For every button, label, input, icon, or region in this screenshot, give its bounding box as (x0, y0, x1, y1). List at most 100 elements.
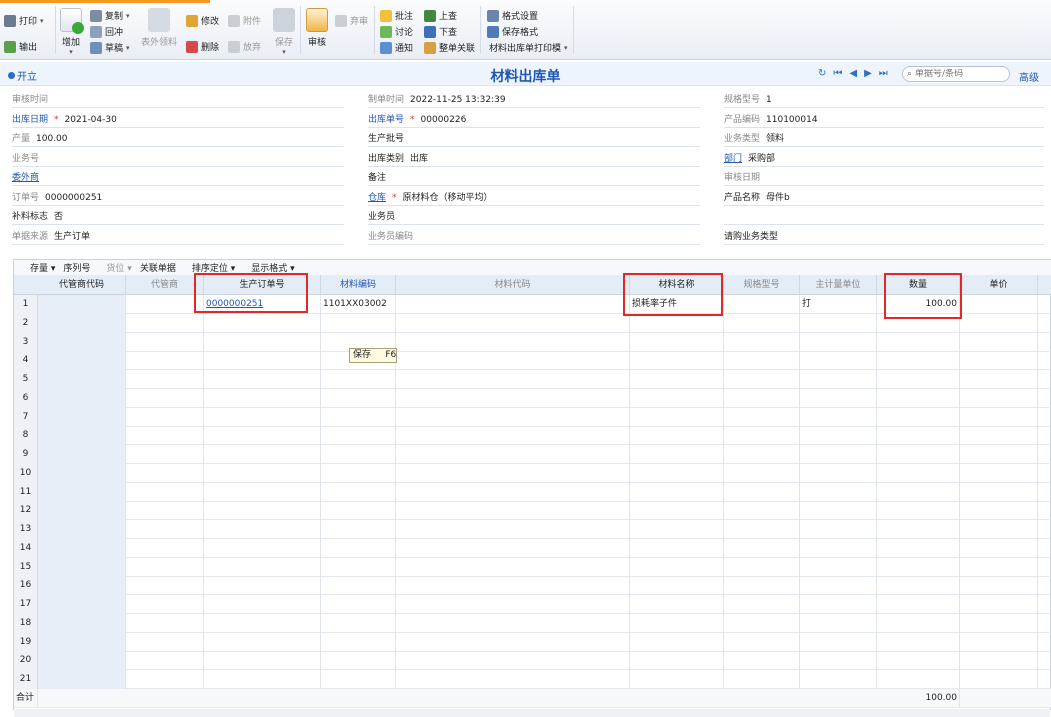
form-field-col3-4[interactable]: 审核日期 (724, 168, 1044, 186)
grid-cell[interactable] (321, 557, 396, 577)
table-row[interactable]: 21 (14, 670, 1051, 689)
serial-button[interactable]: 序列号 (63, 261, 90, 274)
grid-cell[interactable] (960, 557, 1038, 577)
field-label[interactable]: 仓库 (368, 190, 386, 203)
last-record-icon[interactable]: ⏭ (879, 68, 888, 79)
form-field-col3-1[interactable]: 产品编码 110100014 (724, 110, 1044, 128)
form-field-col3-7[interactable]: 请购业务类型 (724, 227, 1044, 245)
grid-cell[interactable] (38, 670, 126, 689)
next-record-icon[interactable]: ▶ (864, 68, 872, 79)
copy-button[interactable]: 复制 ▾ (90, 9, 130, 22)
form-field-col2-5[interactable]: 仓库 * 原材料仓（移动平均） (368, 188, 700, 206)
grid-cell[interactable] (800, 407, 877, 427)
grid-cell[interactable] (960, 632, 1038, 652)
column-header[interactable]: 规格型号 (724, 275, 800, 295)
grid-cell[interactable] (960, 501, 1038, 521)
grid-cell[interactable] (38, 538, 126, 558)
modify-button[interactable]: 修改 (186, 14, 219, 27)
grid-cell[interactable] (724, 651, 800, 671)
grid-cell[interactable] (724, 613, 800, 633)
grid-cell[interactable] (630, 557, 724, 577)
grid-cell[interactable] (321, 445, 396, 464)
grid-cell[interactable] (800, 388, 877, 408)
grid-cell[interactable] (204, 426, 321, 446)
grid-cell[interactable] (630, 520, 724, 539)
grid-cell[interactable] (630, 351, 724, 371)
grid-cell[interactable] (38, 295, 126, 314)
grid-cell[interactable] (800, 370, 877, 389)
table-row[interactable]: 19 (14, 632, 1051, 652)
table-row[interactable]: 16 (14, 576, 1051, 596)
form-field-col1-4[interactable]: 委外商 (12, 168, 344, 186)
table-row[interactable]: 8 (14, 426, 1051, 446)
grid-cell[interactable] (800, 313, 877, 333)
form-field-col2-1[interactable]: 出库单号 * 00000226 (368, 110, 700, 128)
table-row[interactable]: 13 (14, 520, 1051, 539)
grid-cell[interactable] (960, 445, 1038, 464)
grid-cell[interactable] (204, 651, 321, 671)
grid-cell[interactable] (126, 632, 204, 652)
grid-cell[interactable] (630, 463, 724, 483)
table-row[interactable]: 18 (14, 613, 1051, 633)
notify-button[interactable]: 通知 (380, 41, 413, 54)
grid-cell[interactable] (38, 313, 126, 333)
grid-cell[interactable] (396, 463, 630, 483)
grid-cell[interactable] (204, 463, 321, 483)
unaudit-button[interactable]: 弃审 (335, 14, 368, 27)
save-button[interactable]: 保存 ▾ (273, 8, 295, 56)
table-row[interactable]: 5 (14, 370, 1051, 389)
grid-cell[interactable] (630, 426, 724, 446)
grid-cell[interactable] (396, 482, 630, 502)
grid-cell[interactable] (204, 445, 321, 464)
grid-cell[interactable] (724, 595, 800, 614)
grid-cell[interactable] (396, 407, 630, 427)
table-row[interactable]: 15 (14, 557, 1051, 577)
table-row[interactable]: 11 (14, 482, 1051, 502)
grid-cell[interactable]: 1101XX03002 (321, 295, 396, 314)
audit-button[interactable]: 审核 (306, 8, 328, 48)
grid-cell[interactable] (960, 651, 1038, 671)
grid-cell[interactable] (800, 463, 877, 483)
grid-cell[interactable] (204, 332, 321, 352)
grid-cell[interactable] (396, 426, 630, 446)
grid-cell[interactable] (724, 482, 800, 502)
grid-cell[interactable] (204, 313, 321, 333)
grid-cell[interactable] (126, 313, 204, 333)
form-field-col1-6[interactable]: 补料标志否 (12, 207, 344, 225)
grid-cell[interactable] (126, 651, 204, 671)
grid-cell[interactable] (126, 388, 204, 408)
grid-cell[interactable] (38, 370, 126, 389)
print-template-select[interactable]: 材料出库单打印模 ▾ (489, 41, 568, 55)
grid-cell[interactable] (630, 501, 724, 521)
grid-cell[interactable] (960, 670, 1038, 689)
grid-cell[interactable] (204, 370, 321, 389)
grid-cell[interactable] (630, 632, 724, 652)
form-field-col2-0[interactable]: 制单时间 2022-11-25 13:32:39 (368, 90, 700, 108)
grid-cell[interactable] (204, 520, 321, 539)
grid-cell[interactable] (396, 538, 630, 558)
grid-cell[interactable] (204, 501, 321, 521)
format-setting-button[interactable]: 格式设置 (487, 9, 538, 22)
table-row[interactable]: 12 (14, 501, 1051, 521)
linked-doc-button[interactable]: 关联单据 (140, 261, 176, 274)
grid-cell[interactable] (321, 595, 396, 614)
grid-cell[interactable] (396, 520, 630, 539)
grid-cell[interactable] (800, 426, 877, 446)
grid-cell[interactable] (38, 501, 126, 521)
grid-cell[interactable] (630, 576, 724, 596)
grid-cell[interactable] (800, 501, 877, 521)
grid-cell[interactable] (126, 370, 204, 389)
horizontal-scrollbar[interactable] (14, 709, 1050, 717)
grid-cell[interactable] (126, 613, 204, 633)
grid-cell[interactable] (38, 463, 126, 483)
grid-cell[interactable] (126, 332, 204, 352)
grid-cell[interactable] (877, 576, 960, 596)
grid-cell[interactable] (877, 351, 960, 371)
grid-cell[interactable] (630, 670, 724, 689)
grid-cell[interactable] (126, 295, 204, 314)
grid-cell[interactable] (960, 313, 1038, 333)
grid-cell[interactable] (321, 520, 396, 539)
grid-cell[interactable] (126, 351, 204, 371)
grid-cell[interactable] (960, 295, 1038, 314)
grid-cell[interactable] (877, 557, 960, 577)
